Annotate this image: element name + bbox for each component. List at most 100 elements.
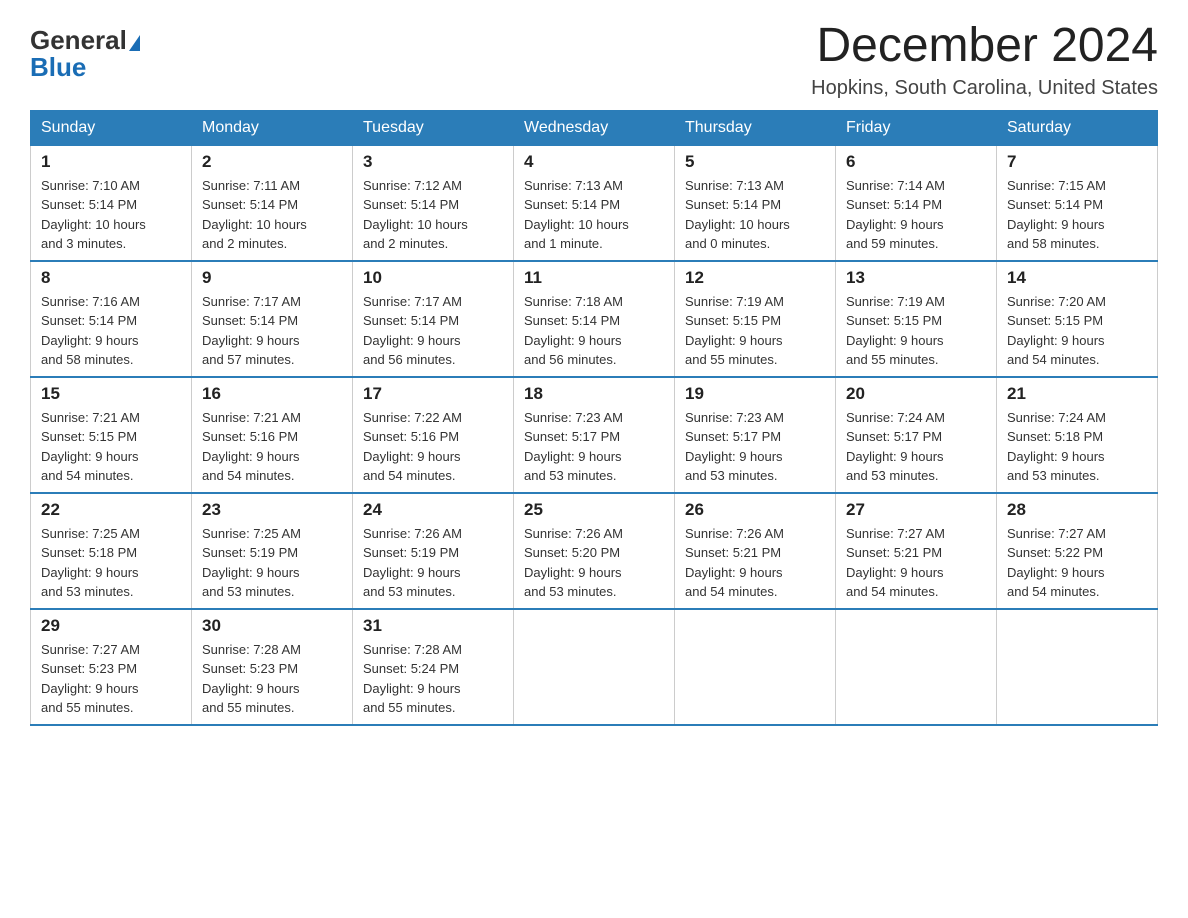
calendar-day-cell	[836, 609, 997, 725]
calendar-day-cell: 12 Sunrise: 7:19 AMSunset: 5:15 PMDaylig…	[675, 261, 836, 377]
calendar-day-cell: 11 Sunrise: 7:18 AMSunset: 5:14 PMDaylig…	[514, 261, 675, 377]
calendar-day-cell: 3 Sunrise: 7:12 AMSunset: 5:14 PMDayligh…	[353, 145, 514, 261]
day-info: Sunrise: 7:17 AMSunset: 5:14 PMDaylight:…	[202, 294, 301, 368]
day-info: Sunrise: 7:20 AMSunset: 5:15 PMDaylight:…	[1007, 294, 1106, 368]
day-number: 15	[41, 384, 181, 404]
day-info: Sunrise: 7:23 AMSunset: 5:17 PMDaylight:…	[685, 410, 784, 484]
day-number: 9	[202, 268, 342, 288]
calendar-day-cell: 16 Sunrise: 7:21 AMSunset: 5:16 PMDaylig…	[192, 377, 353, 493]
calendar-day-cell: 4 Sunrise: 7:13 AMSunset: 5:14 PMDayligh…	[514, 145, 675, 261]
day-info: Sunrise: 7:26 AMSunset: 5:21 PMDaylight:…	[685, 526, 784, 600]
day-info: Sunrise: 7:27 AMSunset: 5:22 PMDaylight:…	[1007, 526, 1106, 600]
day-info: Sunrise: 7:21 AMSunset: 5:16 PMDaylight:…	[202, 410, 301, 484]
day-number: 7	[1007, 152, 1147, 172]
day-of-week-header: Wednesday	[514, 110, 675, 145]
day-number: 21	[1007, 384, 1147, 404]
calendar-header-row: SundayMondayTuesdayWednesdayThursdayFrid…	[31, 110, 1158, 145]
day-info: Sunrise: 7:10 AMSunset: 5:14 PMDaylight:…	[41, 178, 146, 252]
day-number: 16	[202, 384, 342, 404]
day-info: Sunrise: 7:26 AMSunset: 5:19 PMDaylight:…	[363, 526, 462, 600]
calendar-day-cell	[514, 609, 675, 725]
calendar-day-cell: 5 Sunrise: 7:13 AMSunset: 5:14 PMDayligh…	[675, 145, 836, 261]
calendar-week-row: 15 Sunrise: 7:21 AMSunset: 5:15 PMDaylig…	[31, 377, 1158, 493]
day-info: Sunrise: 7:28 AMSunset: 5:24 PMDaylight:…	[363, 642, 462, 716]
calendar-day-cell: 2 Sunrise: 7:11 AMSunset: 5:14 PMDayligh…	[192, 145, 353, 261]
calendar-week-row: 1 Sunrise: 7:10 AMSunset: 5:14 PMDayligh…	[31, 145, 1158, 261]
location: Hopkins, South Carolina, United States	[811, 77, 1158, 100]
title-section: December 2024 Hopkins, South Carolina, U…	[811, 20, 1158, 100]
calendar-day-cell: 26 Sunrise: 7:26 AMSunset: 5:21 PMDaylig…	[675, 493, 836, 609]
calendar-day-cell: 22 Sunrise: 7:25 AMSunset: 5:18 PMDaylig…	[31, 493, 192, 609]
calendar-day-cell: 24 Sunrise: 7:26 AMSunset: 5:19 PMDaylig…	[353, 493, 514, 609]
page-header: General Blue December 2024 Hopkins, Sout…	[30, 20, 1158, 100]
calendar-day-cell	[997, 609, 1158, 725]
calendar-day-cell: 21 Sunrise: 7:24 AMSunset: 5:18 PMDaylig…	[997, 377, 1158, 493]
calendar-day-cell: 23 Sunrise: 7:25 AMSunset: 5:19 PMDaylig…	[192, 493, 353, 609]
calendar-table: SundayMondayTuesdayWednesdayThursdayFrid…	[30, 110, 1158, 726]
calendar-week-row: 8 Sunrise: 7:16 AMSunset: 5:14 PMDayligh…	[31, 261, 1158, 377]
day-number: 10	[363, 268, 503, 288]
day-number: 31	[363, 616, 503, 636]
logo-triangle-icon	[129, 35, 140, 51]
day-of-week-header: Tuesday	[353, 110, 514, 145]
calendar-day-cell: 13 Sunrise: 7:19 AMSunset: 5:15 PMDaylig…	[836, 261, 997, 377]
calendar-day-cell: 19 Sunrise: 7:23 AMSunset: 5:17 PMDaylig…	[675, 377, 836, 493]
day-number: 28	[1007, 500, 1147, 520]
day-info: Sunrise: 7:11 AMSunset: 5:14 PMDaylight:…	[202, 178, 307, 252]
day-info: Sunrise: 7:21 AMSunset: 5:15 PMDaylight:…	[41, 410, 140, 484]
day-info: Sunrise: 7:27 AMSunset: 5:23 PMDaylight:…	[41, 642, 140, 716]
day-number: 22	[41, 500, 181, 520]
day-info: Sunrise: 7:25 AMSunset: 5:19 PMDaylight:…	[202, 526, 301, 600]
calendar-day-cell: 18 Sunrise: 7:23 AMSunset: 5:17 PMDaylig…	[514, 377, 675, 493]
day-info: Sunrise: 7:18 AMSunset: 5:14 PMDaylight:…	[524, 294, 623, 368]
day-number: 12	[685, 268, 825, 288]
calendar-day-cell: 31 Sunrise: 7:28 AMSunset: 5:24 PMDaylig…	[353, 609, 514, 725]
calendar-day-cell: 17 Sunrise: 7:22 AMSunset: 5:16 PMDaylig…	[353, 377, 514, 493]
day-number: 29	[41, 616, 181, 636]
calendar-day-cell	[675, 609, 836, 725]
day-info: Sunrise: 7:12 AMSunset: 5:14 PMDaylight:…	[363, 178, 468, 252]
day-number: 30	[202, 616, 342, 636]
day-number: 23	[202, 500, 342, 520]
day-info: Sunrise: 7:23 AMSunset: 5:17 PMDaylight:…	[524, 410, 623, 484]
day-number: 11	[524, 268, 664, 288]
day-info: Sunrise: 7:24 AMSunset: 5:17 PMDaylight:…	[846, 410, 945, 484]
calendar-day-cell: 20 Sunrise: 7:24 AMSunset: 5:17 PMDaylig…	[836, 377, 997, 493]
day-info: Sunrise: 7:24 AMSunset: 5:18 PMDaylight:…	[1007, 410, 1106, 484]
day-number: 8	[41, 268, 181, 288]
day-number: 24	[363, 500, 503, 520]
calendar-day-cell: 8 Sunrise: 7:16 AMSunset: 5:14 PMDayligh…	[31, 261, 192, 377]
day-number: 27	[846, 500, 986, 520]
day-of-week-header: Saturday	[997, 110, 1158, 145]
day-number: 4	[524, 152, 664, 172]
day-of-week-header: Friday	[836, 110, 997, 145]
calendar-day-cell: 9 Sunrise: 7:17 AMSunset: 5:14 PMDayligh…	[192, 261, 353, 377]
month-title: December 2024	[811, 20, 1158, 73]
logo: General Blue	[30, 20, 140, 83]
day-number: 3	[363, 152, 503, 172]
calendar-day-cell: 15 Sunrise: 7:21 AMSunset: 5:15 PMDaylig…	[31, 377, 192, 493]
day-number: 6	[846, 152, 986, 172]
logo-blue-text: Blue	[30, 52, 86, 83]
calendar-day-cell: 14 Sunrise: 7:20 AMSunset: 5:15 PMDaylig…	[997, 261, 1158, 377]
calendar-day-cell: 6 Sunrise: 7:14 AMSunset: 5:14 PMDayligh…	[836, 145, 997, 261]
day-info: Sunrise: 7:17 AMSunset: 5:14 PMDaylight:…	[363, 294, 462, 368]
calendar-day-cell: 7 Sunrise: 7:15 AMSunset: 5:14 PMDayligh…	[997, 145, 1158, 261]
day-info: Sunrise: 7:19 AMSunset: 5:15 PMDaylight:…	[846, 294, 945, 368]
calendar-day-cell: 10 Sunrise: 7:17 AMSunset: 5:14 PMDaylig…	[353, 261, 514, 377]
day-info: Sunrise: 7:26 AMSunset: 5:20 PMDaylight:…	[524, 526, 623, 600]
day-info: Sunrise: 7:19 AMSunset: 5:15 PMDaylight:…	[685, 294, 784, 368]
day-of-week-header: Thursday	[675, 110, 836, 145]
calendar-day-cell: 30 Sunrise: 7:28 AMSunset: 5:23 PMDaylig…	[192, 609, 353, 725]
day-info: Sunrise: 7:16 AMSunset: 5:14 PMDaylight:…	[41, 294, 140, 368]
day-info: Sunrise: 7:13 AMSunset: 5:14 PMDaylight:…	[524, 178, 629, 252]
calendar-day-cell: 29 Sunrise: 7:27 AMSunset: 5:23 PMDaylig…	[31, 609, 192, 725]
calendar-week-row: 22 Sunrise: 7:25 AMSunset: 5:18 PMDaylig…	[31, 493, 1158, 609]
calendar-day-cell: 27 Sunrise: 7:27 AMSunset: 5:21 PMDaylig…	[836, 493, 997, 609]
day-number: 13	[846, 268, 986, 288]
day-info: Sunrise: 7:27 AMSunset: 5:21 PMDaylight:…	[846, 526, 945, 600]
day-info: Sunrise: 7:28 AMSunset: 5:23 PMDaylight:…	[202, 642, 301, 716]
day-number: 5	[685, 152, 825, 172]
day-of-week-header: Sunday	[31, 110, 192, 145]
day-info: Sunrise: 7:13 AMSunset: 5:14 PMDaylight:…	[685, 178, 790, 252]
